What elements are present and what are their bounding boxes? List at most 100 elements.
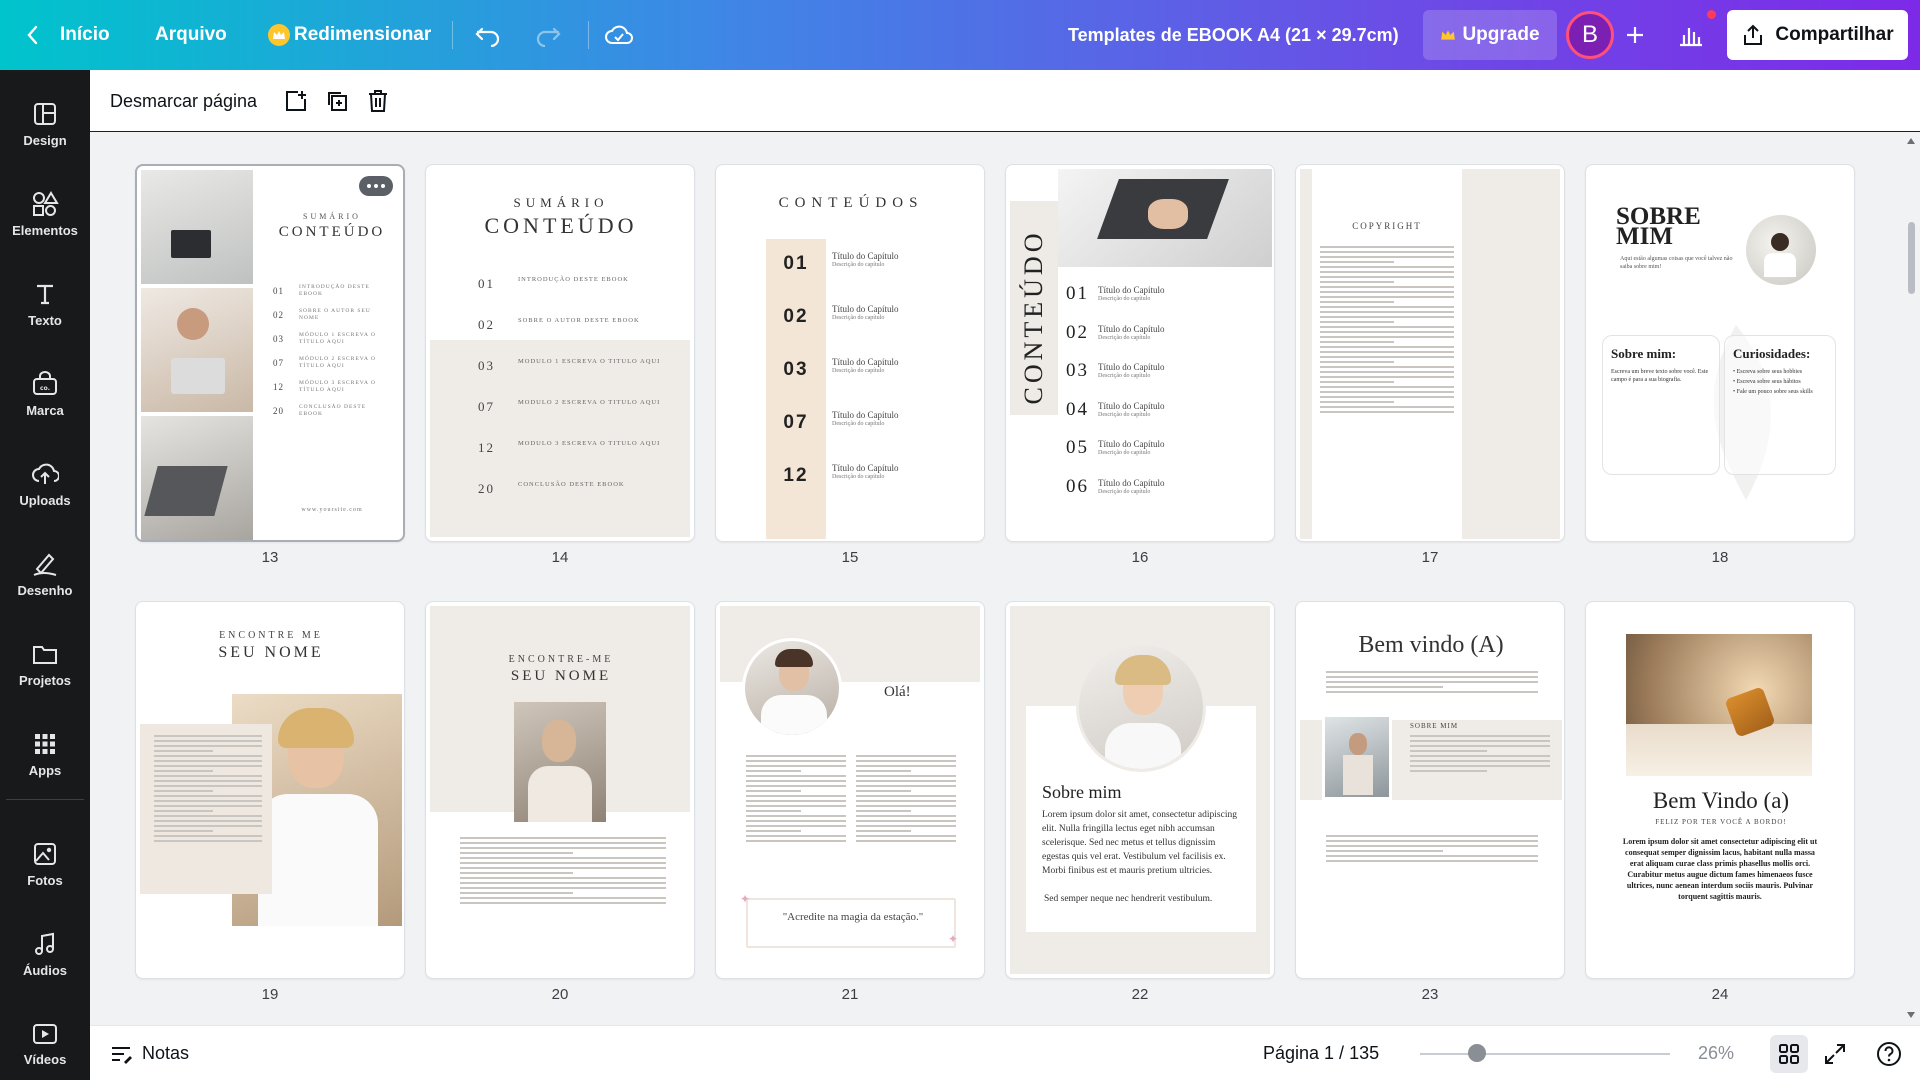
text-line [154, 735, 262, 737]
text-line [746, 810, 801, 812]
rail-uploads[interactable]: Uploads [0, 444, 90, 524]
page-indicator[interactable]: Página 1 / 135 [1263, 1026, 1379, 1080]
page-options-button[interactable] [359, 176, 393, 196]
page-thumbnail-24[interactable]: Bem Vindo (a) FELIZ POR TER VOCÊ A BORDO… [1585, 601, 1855, 979]
rail-videos[interactable]: Vídeos [0, 1004, 90, 1080]
text-line [856, 835, 956, 837]
grid-view-button[interactable] [1770, 1035, 1808, 1073]
upgrade-button[interactable]: Upgrade [1423, 10, 1557, 60]
scrollbar-thumb[interactable] [1908, 222, 1915, 294]
add-page-button[interactable] [282, 87, 310, 115]
vertical-scrollbar[interactable] [1903, 132, 1920, 1025]
curiosities-title: Curiosidades: [1733, 346, 1811, 361]
help-button[interactable] [1876, 1026, 1902, 1080]
resize-button[interactable]: Redimensionar [268, 0, 431, 70]
text-line [154, 750, 213, 752]
zoom-level[interactable]: 26% [1698, 1026, 1734, 1080]
toc-item-text: CONCLUSÃO DESTE EBOOK [518, 481, 625, 488]
contents-item-title: Título do Capítulo [1098, 362, 1165, 372]
toc-item: 02 SOBRE O AUTOR SEU NOME [273, 308, 397, 332]
text-line [856, 830, 911, 832]
scroll-down-arrow-icon[interactable] [1907, 1012, 1915, 1018]
profile-photo [1076, 642, 1206, 772]
share-button[interactable]: Compartilhar [1727, 10, 1908, 60]
rail-apps[interactable]: Apps [0, 714, 90, 794]
page-thumbnail-13[interactable]: SUMÁRIO CONTEÚDO 01 INTRODUÇÃO DESTE EBOO… [135, 164, 405, 542]
page-thumbnail-18[interactable]: SOBRE MIM Aqui estão algumas coisas que … [1585, 164, 1855, 542]
text-icon [37, 284, 53, 304]
contents-item: 12 Título do Capítulo Descrição do capítul… [766, 451, 976, 504]
text-line [1320, 331, 1454, 333]
rail-audio[interactable]: Áudios [0, 914, 90, 994]
text-line [154, 740, 262, 742]
rail-label: Uploads [19, 492, 71, 508]
rail-brand[interactable]: co. Marca [0, 354, 90, 434]
page-thumbnail-22[interactable]: Sobre mim Lorem ipsum dolor sit amet, co… [1005, 601, 1275, 979]
text-line [1320, 311, 1454, 313]
scroll-up-arrow-icon[interactable] [1907, 138, 1915, 144]
zoom-slider-thumb[interactable] [1468, 1044, 1486, 1062]
contents-item-desc: Descrição do capítulo [1098, 334, 1151, 341]
toc-item: 03 MÓDULO 1 ESCREVA O TÍTULO AQUI [273, 332, 397, 356]
deselect-page-button[interactable]: Desmarcar página [110, 70, 257, 132]
laptop-typing-photo [1058, 169, 1272, 267]
page-thumbnail-20[interactable]: ENCONTRE-ME SEU NOME [425, 601, 695, 979]
notes-button[interactable]: Notas [110, 1026, 189, 1080]
file-menu-button[interactable]: Arquivo [155, 0, 227, 70]
rail-elements[interactable]: Elementos [0, 174, 90, 254]
save-status-button[interactable] [604, 0, 634, 70]
page-grid: SUMÁRIO CONTEÚDO 01 INTRODUÇÃO DESTE EBOO… [90, 132, 1920, 1025]
quote-text: "Acredite na magia da estação." [782, 911, 924, 923]
contents-item: 02 Título do Capítulo Descrição do capítul… [766, 292, 976, 345]
contents-item-number: 01 [783, 253, 809, 274]
fullscreen-button[interactable] [1823, 1026, 1847, 1080]
document-title[interactable]: Templates de EBOOK A4 (21 × 29.7cm) [1068, 0, 1399, 70]
rail-label: Desenho [17, 582, 73, 598]
avatar[interactable]: B [1566, 11, 1614, 59]
page-thumbnail-14[interactable]: SUMÁRIO CONTEÚDO 01 INTRODUÇÃO DESTE EBOO… [425, 164, 695, 542]
duplicate-icon [328, 92, 347, 111]
text-line [1410, 760, 1550, 762]
add-collaborator-button[interactable] [1613, 13, 1657, 57]
page-number: 16 [1131, 549, 1149, 566]
redo-button[interactable] [534, 0, 562, 70]
quote-box: "Acredite na magia da estação." [746, 898, 956, 948]
page-thumbnail-17[interactable]: COPYRIGHT [1295, 164, 1565, 542]
insights-button[interactable] [1668, 13, 1714, 57]
contents-item-desc: Descrição do capítulo [832, 315, 885, 321]
page-thumbnail-21[interactable]: Olá! "Acredite na magia da estação." ✦ ✦ [715, 601, 985, 979]
rail-label: Vídeos [23, 1051, 67, 1067]
plus-icon [1627, 27, 1643, 43]
page-thumbnail-23[interactable]: Bem vindo (A) SOBRE MIM [1295, 601, 1565, 979]
sparkle-icon: ✦ [948, 932, 959, 946]
text-line [154, 830, 213, 832]
text-line [154, 825, 262, 827]
text-line [154, 775, 262, 777]
about-tagline: Aqui estão algumas coisas que você talve… [1620, 256, 1733, 270]
rail-draw[interactable]: Desenho [0, 534, 90, 614]
delete-page-button[interactable] [364, 87, 392, 115]
text-line [1320, 346, 1454, 348]
page-thumbnail-19[interactable]: ENCONTRE ME SEU NOME [135, 601, 405, 979]
page-thumbnail-15[interactable]: CONTEÚDOS 01 Título do Capítulo Descrição … [715, 164, 985, 542]
contents-item: 01 Título do Capítulo Descrição do capítul… [1066, 281, 1266, 320]
rail-text[interactable]: Texto [0, 264, 90, 344]
rail-design[interactable]: Design [0, 84, 90, 164]
rail-photos[interactable]: Fotos [0, 824, 90, 904]
page-number: 23 [1421, 986, 1439, 1003]
toc-item-number: 01 [478, 276, 495, 291]
duplicate-page-button[interactable] [323, 87, 351, 115]
page-toolbar: Desmarcar página [90, 70, 1920, 132]
zoom-slider-track[interactable] [1420, 1053, 1670, 1055]
text-line [1326, 691, 1538, 693]
page-thumbnail-16[interactable]: CONTEÚDO 01 Título do Capítulo Descrição d… [1005, 164, 1275, 542]
rail-projects[interactable]: Projetos [0, 624, 90, 704]
welcome-body: Lorem ipsum dolor sit amet consectetur a… [1622, 837, 1818, 901]
contents-item-number: 03 [1066, 360, 1089, 381]
text-line [746, 785, 846, 787]
text-line [1320, 371, 1454, 373]
text-line [746, 790, 801, 792]
toc-item: 01 INTRODUÇÃO DESTE EBOOK [273, 284, 397, 308]
back-home-button[interactable]: Início [26, 0, 110, 70]
undo-button[interactable] [474, 0, 502, 70]
